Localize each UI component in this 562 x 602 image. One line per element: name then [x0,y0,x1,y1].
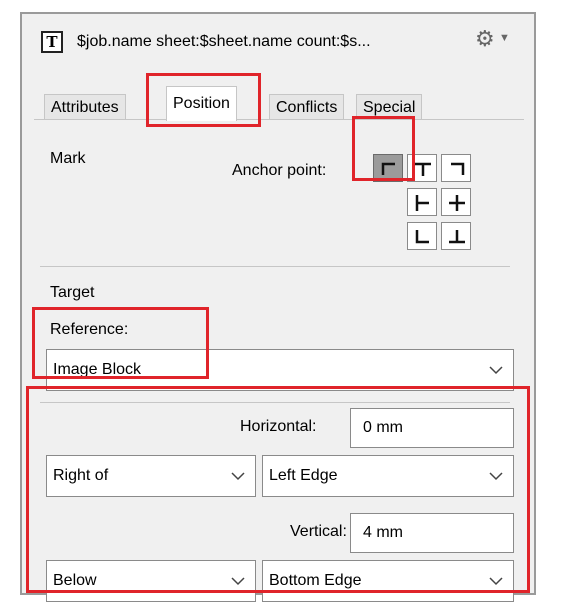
anchor-bottom-center[interactable] [441,222,471,250]
vertical-offset-value: 4 mm [363,524,403,541]
anchor-middle-left[interactable] [407,188,437,216]
target-section-label: Target [50,284,95,301]
horizontal-edge-select[interactable]: Left Edge [262,455,514,497]
properties-panel: T $job.name sheet:$sheet.name count:$s..… [20,12,536,602]
tab-conflicts[interactable]: Conflicts [269,94,345,120]
vertical-relation-select[interactable]: Below [46,560,256,602]
horizontal-relation-select[interactable]: Right of [46,455,256,497]
reference-label: Reference: [50,321,129,338]
vertical-relation-value: Below [53,572,97,589]
anchor-bottom-left[interactable] [407,222,437,250]
vertical-edge-select[interactable]: Bottom Edge [262,560,514,602]
anchor-top-center[interactable] [407,154,437,182]
tab-attributes[interactable]: Attributes [44,94,126,120]
mark-section-label: Mark [50,150,86,167]
chevron-down-icon [489,366,503,375]
section-divider [40,402,510,403]
anchor-point-grid [365,144,473,250]
tab-position[interactable]: Position [166,86,237,121]
vertical-offset-input[interactable]: 4 mm [350,513,514,553]
panel-title: $job.name sheet:$sheet.name count:$s... [77,33,371,50]
vertical-edge-value: Bottom Edge [269,572,362,589]
gear-icon[interactable]: ⚙ [475,26,495,52]
anchor-center[interactable] [441,188,471,216]
horizontal-offset-input[interactable]: 0 mm [350,408,514,448]
panel-header: T $job.name sheet:$sheet.name count:$s..… [22,14,534,72]
horizontal-relation-value: Right of [53,467,109,484]
reference-select-value: Image Block [53,361,142,378]
tab-bar: Attributes Position Conflicts Special [34,86,524,121]
chevron-down-icon [489,577,503,586]
anchor-top-right[interactable] [441,154,471,182]
anchor-top-left[interactable] [373,154,403,182]
section-divider [40,266,510,267]
horizontal-offset-value: 0 mm [363,419,403,436]
horizontal-edge-value: Left Edge [269,467,338,484]
text-type-icon: T [41,31,63,53]
chevron-down-icon [231,577,245,586]
anchor-point-label: Anchor point: [232,162,327,179]
vertical-label: Vertical: [290,523,347,540]
reference-select[interactable]: Image Block [46,349,514,391]
position-tab-content: Mark Anchor point: Target Reference: Ima… [34,119,524,602]
chevron-down-icon [231,472,245,481]
horizontal-label: Horizontal: [240,418,317,435]
chevron-down-icon [489,472,503,481]
tab-special[interactable]: Special [356,94,423,120]
chevron-down-icon[interactable]: ▼ [499,32,510,44]
